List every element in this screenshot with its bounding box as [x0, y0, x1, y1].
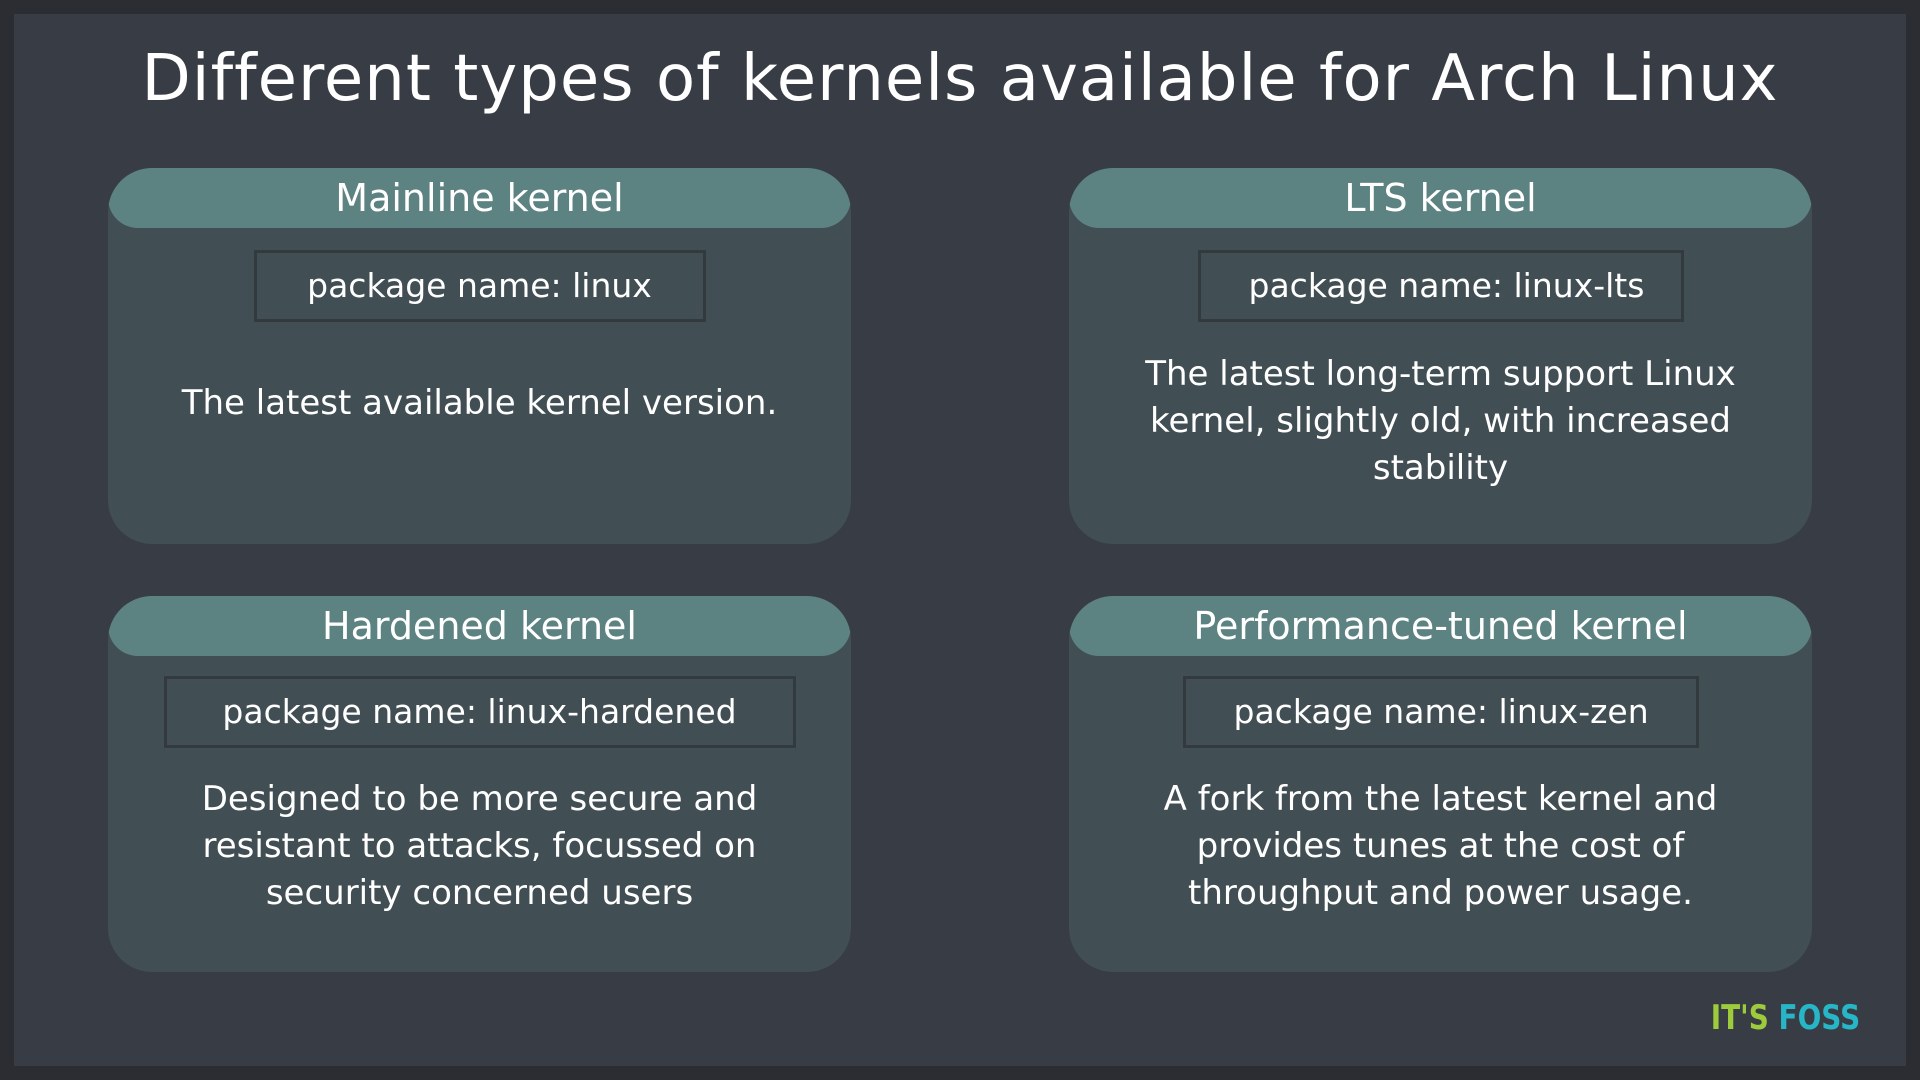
itsfoss-logo: IT'S FOSS: [1711, 998, 1860, 1038]
package-name-box: package name: linux-hardened: [163, 676, 796, 748]
package-name-box: package name: linux-zen: [1182, 676, 1699, 748]
card-header: Hardened kernel: [108, 596, 851, 656]
card-performance-tuned-kernel: Performance-tuned kernel package name: l…: [1069, 596, 1812, 972]
card-header: LTS kernel: [1069, 168, 1812, 228]
card-description: The latest available kernel version.: [181, 383, 778, 423]
card-description: The latest long-term support Linux kerne…: [1145, 354, 1736, 488]
card-mainline-kernel: Mainline kernel package name: linux The …: [108, 168, 851, 544]
card-description: Designed to be more secure and resistant…: [201, 779, 758, 913]
card-hardened-kernel: Hardened kernel package name: linux-hard…: [108, 596, 851, 972]
diagram-frame: Different types of kernels available for…: [14, 14, 1906, 1066]
package-name-box: package name: linux-lts: [1197, 250, 1684, 322]
card-header: Mainline kernel: [108, 168, 851, 228]
card-header: Performance-tuned kernel: [1069, 596, 1812, 656]
logo-foss-text: FOSS: [1778, 998, 1860, 1038]
logo-its-text: IT'S: [1710, 998, 1769, 1038]
card-lts-kernel: LTS kernel package name: linux-lts The l…: [1069, 168, 1812, 544]
page-title: Different types of kernels available for…: [141, 42, 1779, 116]
card-description: A fork from the latest kernel and provid…: [1163, 779, 1718, 913]
package-name-box: package name: linux: [253, 250, 706, 322]
